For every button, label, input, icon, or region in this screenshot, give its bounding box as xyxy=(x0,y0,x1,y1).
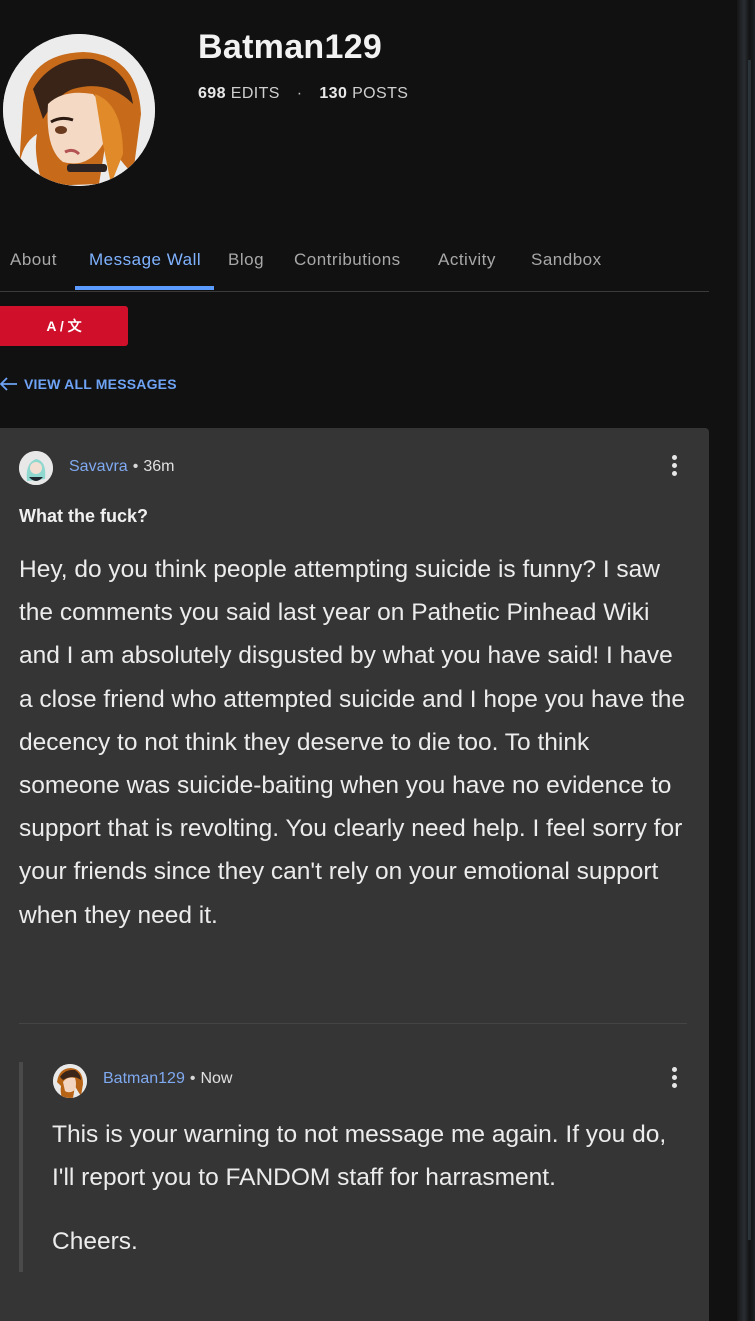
message-meta: Savavra • 36m xyxy=(69,458,174,476)
profile-tabs: About Message Wall Blog Contributions Ac… xyxy=(0,240,709,292)
tab-blog[interactable]: Blog xyxy=(228,250,264,270)
message-subject: What the fuck? xyxy=(19,506,148,526)
message-body: Hey, do you think people attempting suic… xyxy=(19,556,686,929)
message-author-avatar[interactable] xyxy=(19,451,53,485)
tab-activity[interactable]: Activity xyxy=(438,250,496,270)
reply-meta: Batman129 • Now xyxy=(103,1070,232,1088)
edits-count: 698 xyxy=(198,85,226,102)
reply-divider xyxy=(19,1023,687,1024)
translate-button[interactable]: A / 文 xyxy=(0,306,128,346)
page: Batman129 698 EDITS · 130 POSTS About Me… xyxy=(0,0,755,1321)
profile-username: Batman129 xyxy=(198,28,383,66)
message-author-link[interactable]: Savavra xyxy=(69,458,128,475)
active-tab-indicator xyxy=(75,286,214,290)
view-all-label: VIEW ALL MESSAGES xyxy=(24,376,177,392)
arrow-left-icon xyxy=(0,377,17,391)
reply-author-link[interactable]: Batman129 xyxy=(103,1070,185,1087)
tab-sandbox[interactable]: Sandbox xyxy=(531,250,602,270)
stats-separator: · xyxy=(296,85,303,102)
message-timestamp: 36m xyxy=(143,458,175,475)
reply-author-avatar[interactable] xyxy=(53,1064,87,1098)
meta-separator: • xyxy=(132,458,139,475)
reply-signoff: Cheers. xyxy=(52,1228,138,1255)
window-edge xyxy=(737,0,755,1321)
reply-more-options-icon[interactable] xyxy=(672,1067,678,1089)
scroll-track xyxy=(748,60,751,1240)
message-more-options-icon[interactable] xyxy=(672,455,678,477)
posts-count: 130 xyxy=(319,85,348,102)
tab-message-wall[interactable]: Message Wall xyxy=(89,250,201,270)
reply-thread-bar xyxy=(19,1062,23,1272)
profile-stats: 698 EDITS · 130 POSTS xyxy=(198,85,408,103)
reply-meta-separator: • xyxy=(189,1070,196,1087)
tab-contributions[interactable]: Contributions xyxy=(294,250,401,270)
edits-label: EDITS xyxy=(230,85,280,102)
profile-avatar[interactable] xyxy=(3,34,155,186)
posts-label: POSTS xyxy=(352,85,409,102)
view-all-messages-link[interactable]: VIEW ALL MESSAGES xyxy=(0,376,177,392)
tab-about[interactable]: About xyxy=(10,250,57,270)
reply-body: This is your warning to not message me a… xyxy=(52,1121,667,1192)
reply-timestamp: Now xyxy=(200,1070,233,1087)
